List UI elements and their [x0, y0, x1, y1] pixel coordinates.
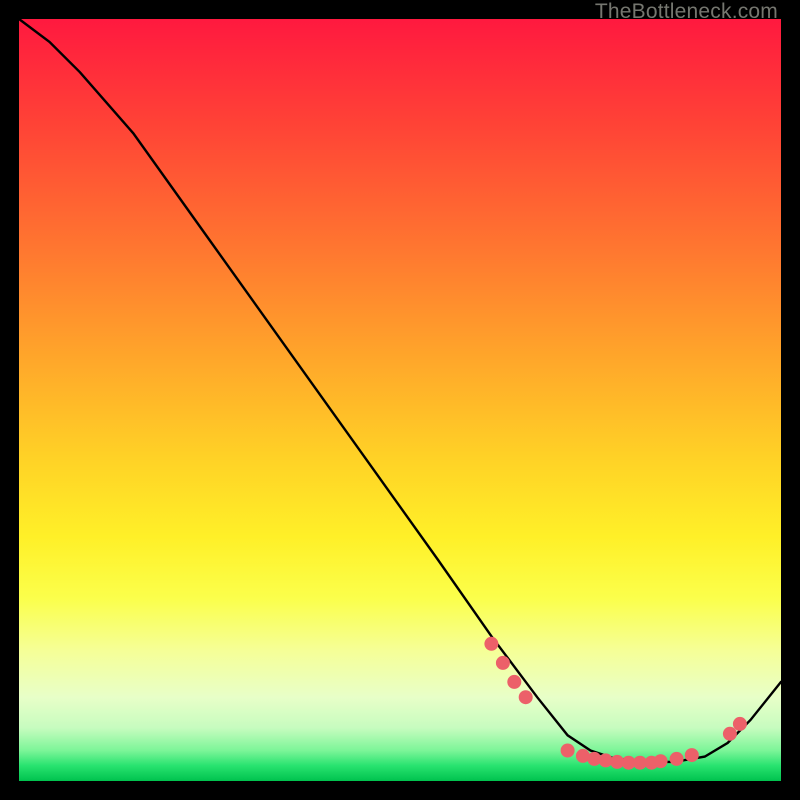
chart-stage: TheBottleneck.com [0, 0, 800, 800]
watermark-text: TheBottleneck.com [595, 0, 778, 24]
chart-gradient-panel [19, 19, 781, 781]
